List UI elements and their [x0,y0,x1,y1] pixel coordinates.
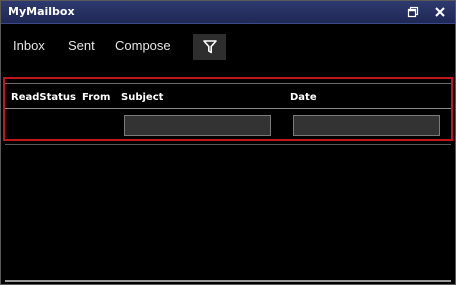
restore-button[interactable] [404,4,422,20]
nav-inbox[interactable]: Inbox [13,38,45,54]
column-header-readstatus[interactable]: ReadStatus [11,91,76,104]
grid-bottom-border [5,280,451,282]
message-list[interactable] [5,145,451,279]
header-divider [5,108,451,109]
title-bar[interactable]: MyMailbox [1,1,455,24]
close-button[interactable] [431,4,449,20]
mailbox-window: MyMailbox Inbox Sent Compose ReadStatus [0,0,456,285]
nav-compose[interactable]: Compose [115,38,171,54]
close-icon [435,7,445,17]
nav-sent[interactable]: Sent [68,38,95,54]
column-header-from[interactable]: From [82,91,110,104]
filter-button[interactable] [193,34,226,60]
restore-icon [407,6,419,18]
date-filter-input[interactable] [293,115,440,136]
column-header-date[interactable]: Date [290,91,317,104]
filter-icon [202,40,217,54]
main-navigation: Inbox Sent Compose [1,34,455,60]
window-title: MyMailbox [8,5,75,18]
column-header-subject[interactable]: Subject [121,91,163,104]
subject-filter-input[interactable] [124,115,271,136]
